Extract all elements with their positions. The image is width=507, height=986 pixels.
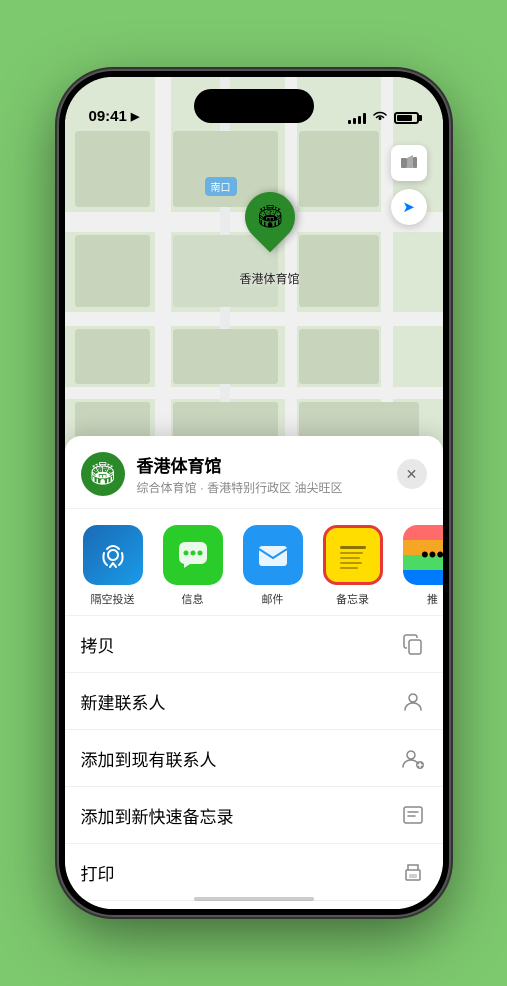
location-icon-emoji: 🏟 (89, 461, 117, 487)
signal-bars (348, 112, 366, 124)
mail-label: 邮件 (262, 591, 284, 607)
print-icon (399, 858, 427, 886)
location-info: 香港体育馆 综合体育馆 · 香港特别行政区 油尖旺区 (137, 452, 397, 496)
airdrop-label: 隔空投送 (91, 591, 135, 607)
message-icon (163, 525, 223, 585)
phone-frame: 南口 ➤ 🏟 香港体育馆 (59, 71, 449, 915)
menu-item-new-contact[interactable]: 新建联系人 (65, 672, 443, 729)
location-name: 香港体育馆 (137, 452, 397, 477)
notes-icon (323, 525, 383, 585)
more-label: 推 (427, 591, 438, 607)
share-item-airdrop[interactable]: 隔空投送 (81, 525, 145, 607)
dynamic-island (194, 89, 314, 123)
message-label: 信息 (182, 591, 204, 607)
status-icons (348, 110, 419, 125)
share-item-notes[interactable]: 备忘录 (321, 525, 385, 607)
new-contact-label: 新建联系人 (81, 689, 399, 714)
bottom-sheet: 🏟 香港体育馆 综合体育馆 · 香港特别行政区 油尖旺区 ✕ (65, 436, 443, 909)
pin-label: 香港体育馆 (240, 270, 300, 287)
airdrop-icon (83, 525, 143, 585)
entrance-label: 南口 (205, 177, 237, 196)
notes-label: 备忘录 (336, 591, 369, 607)
add-contact-icon (399, 744, 427, 772)
home-indicator (194, 897, 314, 901)
location-button[interactable]: ➤ (391, 189, 427, 225)
add-contact-label: 添加到现有联系人 (81, 746, 399, 771)
menu-item-print[interactable]: 打印 (65, 843, 443, 901)
map-pin-container: 🏟 香港体育馆 (240, 192, 300, 287)
location-icon: 🏟 (81, 452, 125, 496)
print-label: 打印 (81, 860, 399, 885)
map-area[interactable]: 南口 ➤ 🏟 香港体育馆 (65, 77, 443, 497)
location-header: 🏟 香港体育馆 综合体育馆 · 香港特别行政区 油尖旺区 ✕ (65, 436, 443, 509)
menu-item-add-contact[interactable]: 添加到现有联系人 (65, 729, 443, 786)
share-item-message[interactable]: 信息 (161, 525, 225, 607)
status-time: 09:41 ▶ (89, 108, 140, 125)
menu-item-copy[interactable]: 拷贝 (65, 615, 443, 672)
quick-note-label: 添加到新快速备忘录 (81, 803, 399, 828)
mail-icon (243, 525, 303, 585)
new-contact-icon (399, 687, 427, 715)
share-item-mail[interactable]: 邮件 (241, 525, 305, 607)
quick-note-icon (399, 801, 427, 829)
copy-label: 拷贝 (81, 632, 399, 657)
close-button[interactable]: ✕ (397, 459, 427, 489)
phone-screen: 南口 ➤ 🏟 香港体育馆 (65, 77, 443, 909)
copy-icon (399, 630, 427, 658)
share-row: 隔空投送 信息 (65, 509, 443, 615)
menu-item-quick-note[interactable]: 添加到新快速备忘录 (65, 786, 443, 843)
more-icon: ••• (403, 525, 443, 585)
battery-icon (394, 112, 419, 124)
map-type-button[interactable] (391, 145, 427, 181)
location-subtitle: 综合体育馆 · 香港特别行政区 油尖旺区 (137, 479, 397, 496)
share-item-more[interactable]: ••• 推 (401, 525, 443, 607)
wifi-icon (372, 110, 388, 125)
